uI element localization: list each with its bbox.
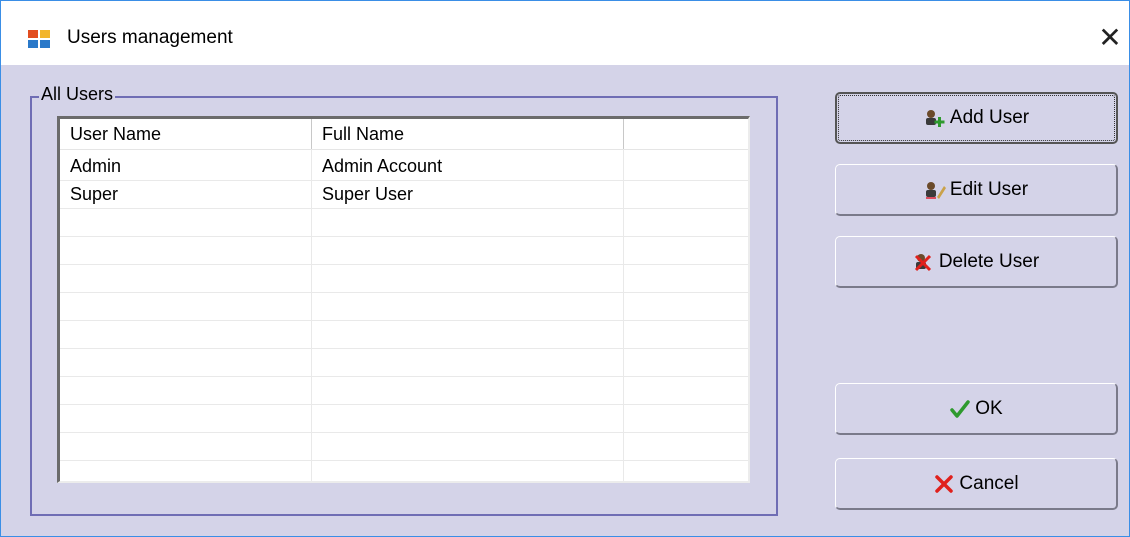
x-mark-icon	[935, 474, 954, 493]
cell-user-name: Super	[70, 184, 119, 204]
ok-label: OK	[975, 397, 1003, 419]
add-user-icon	[925, 110, 945, 127]
close-icon[interactable]: ✕	[1091, 19, 1129, 57]
empty-row	[60, 321, 748, 349]
empty-row	[60, 461, 748, 481]
table-row[interactable]: Admin Admin Account	[60, 153, 748, 181]
cancel-button[interactable]: Cancel	[835, 458, 1118, 510]
empty-row	[60, 349, 748, 377]
empty-row	[60, 433, 748, 461]
group-label: All Users	[39, 84, 116, 105]
empty-row	[60, 293, 748, 321]
column-header-user-name[interactable]: User Name	[60, 119, 312, 149]
cancel-label: Cancel	[959, 472, 1019, 494]
edit-user-icon	[925, 181, 946, 199]
delete-user-button[interactable]: Delete User	[835, 236, 1118, 288]
empty-row	[60, 265, 748, 293]
ok-button[interactable]: OK	[835, 383, 1118, 435]
empty-row	[60, 377, 748, 405]
users-management-window: Users management ✕ All Users User Name F…	[0, 0, 1130, 537]
empty-row	[60, 237, 748, 265]
empty-row	[60, 405, 748, 433]
edit-user-button[interactable]: Edit User	[835, 164, 1118, 216]
client-area: All Users User Name Full Name Admin Admi…	[1, 65, 1129, 536]
checkmark-icon	[950, 399, 971, 418]
cell-full-name: Admin Account	[322, 156, 443, 176]
cell-full-name: Super User	[322, 184, 414, 204]
column-header-full-name[interactable]: Full Name	[312, 119, 624, 149]
table-header: User Name Full Name	[60, 119, 748, 150]
title-bar[interactable]: Users management ✕	[1, 1, 1129, 65]
empty-row	[60, 209, 748, 237]
table-row[interactable]: Super Super User	[60, 181, 748, 209]
delete-user-label: Delete User	[938, 250, 1040, 272]
cell-user-name: Admin	[70, 156, 122, 176]
column-header-blank[interactable]	[624, 119, 748, 149]
window-app-icon	[27, 28, 51, 50]
edit-user-label: Edit User	[949, 178, 1029, 200]
delete-user-icon	[914, 253, 931, 271]
add-user-button[interactable]: Add User	[835, 92, 1118, 144]
window-title: Users management	[67, 27, 233, 48]
add-user-label: Add User	[949, 107, 1030, 128]
users-list[interactable]: User Name Full Name Admin Admin Account …	[57, 116, 750, 483]
